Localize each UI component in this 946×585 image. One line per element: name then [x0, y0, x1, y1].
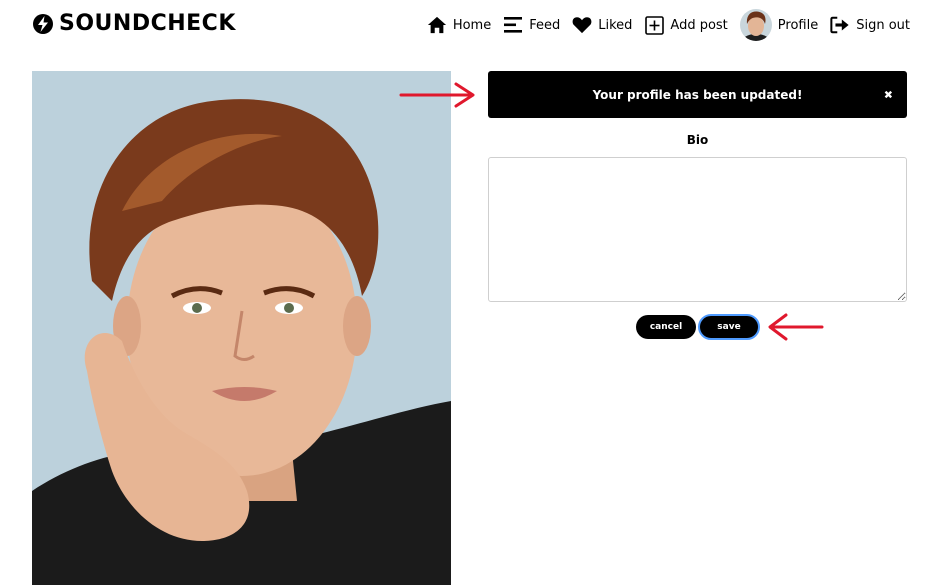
annotation-arrow-save [768, 313, 824, 341]
nav-sign-out[interactable]: Sign out [830, 15, 910, 35]
nav-profile[interactable]: Profile [739, 9, 819, 41]
nav-sign-out-label: Sign out [856, 17, 910, 33]
heart-icon [572, 15, 592, 35]
plus-square-icon [644, 15, 664, 35]
nav-home-label: Home [452, 17, 492, 33]
bio-textarea[interactable] [488, 157, 907, 302]
nav-links: Home Feed Liked Add post Profile Sign ou… [427, 9, 910, 41]
alert-message: Your profile has been updated! [592, 87, 803, 102]
nav-home[interactable]: Home [427, 15, 491, 35]
nav-liked[interactable]: Liked [572, 15, 632, 35]
feed-lines-icon [503, 15, 523, 35]
close-icon[interactable]: ✖ [884, 88, 893, 101]
nav-add-post-label: Add post [670, 17, 728, 33]
success-alert: Your profile has been updated! ✖ [488, 71, 907, 118]
save-button[interactable]: save [698, 314, 760, 340]
nav-profile-label: Profile [777, 17, 819, 33]
nav-feed[interactable]: Feed [503, 15, 560, 35]
brand-logo[interactable]: SOUNDCHECK [32, 10, 236, 38]
profile-photo [32, 71, 451, 585]
home-icon [427, 15, 447, 35]
nav-add-post[interactable]: Add post [644, 15, 728, 35]
avatar [739, 9, 772, 41]
bio-label: Bio [686, 133, 709, 147]
nav-liked-label: Liked [598, 17, 633, 33]
cancel-button[interactable]: cancel [636, 315, 696, 339]
nav-feed-label: Feed [529, 17, 561, 33]
brand-name: SOUNDCHECK [59, 11, 236, 36]
annotation-arrow-alert [399, 82, 475, 108]
navbar: SOUNDCHECK Home Feed Liked Add post Prof… [0, 0, 946, 50]
sign-out-icon [830, 15, 850, 35]
lightning-disc-icon [33, 14, 53, 34]
